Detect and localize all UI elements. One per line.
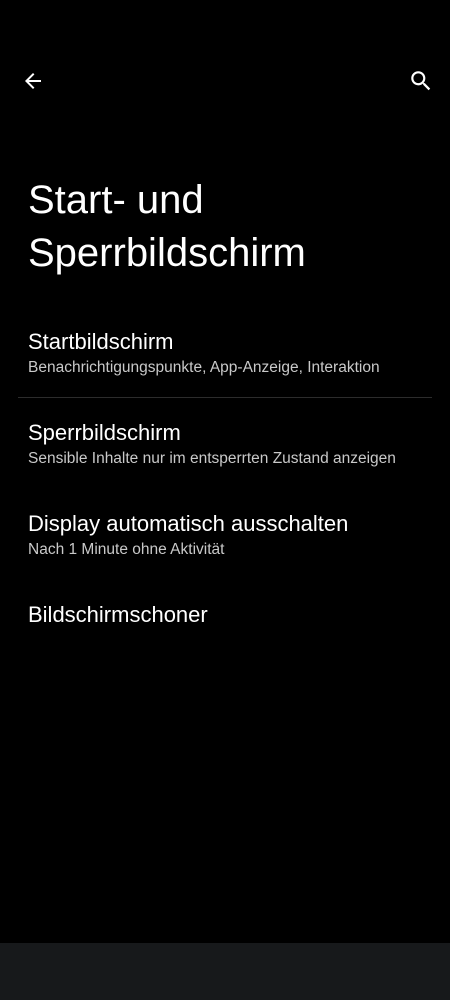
arrow-back-icon: [25, 73, 41, 89]
search-icon: [411, 71, 431, 91]
back-button[interactable]: [11, 59, 55, 103]
preference-lock-screen[interactable]: Sperrbildschirm Sensible Inhalte nur im …: [0, 410, 450, 486]
preference-summary: Nach 1 Minute ohne Aktivität: [28, 541, 225, 558]
top-app-bar: [0, 56, 450, 106]
preference-title: Bildschirmschoner: [28, 602, 208, 627]
divider: [18, 397, 432, 398]
search-button[interactable]: [399, 59, 443, 103]
preference-summary: Benachrichtigungspunkte, App-Anzeige, In…: [28, 359, 380, 376]
preference-screen-saver[interactable]: Bildschirmschoner: [0, 590, 450, 646]
preference-title: Sperrbildschirm: [28, 420, 181, 445]
page-title: Start- und Sperrbildschirm: [28, 178, 306, 275]
preference-screen-timeout[interactable]: Display automatisch ausschalten Nach 1 M…: [0, 500, 450, 576]
preference-home-screen[interactable]: Startbildschirm Benachrichtigungspunkte,…: [0, 320, 450, 396]
system-navigation-bar: [0, 943, 450, 1000]
preference-title: Display automatisch ausschalten: [28, 511, 349, 536]
preference-title: Startbildschirm: [28, 329, 174, 354]
preference-summary: Sensible Inhalte nur im entsperrten Zust…: [28, 450, 396, 467]
